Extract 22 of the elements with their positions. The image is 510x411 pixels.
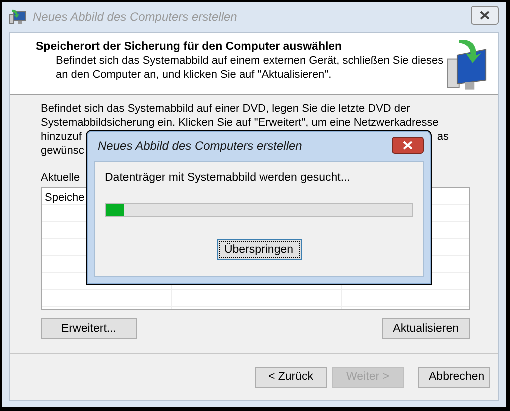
instruction-text: hinzuzuf [41, 130, 82, 144]
close-icon [480, 10, 490, 20]
computer-icon [9, 9, 27, 25]
skip-button[interactable]: Überspringen [216, 239, 302, 260]
status-message: Datenträger mit Systemabbild werden gesucht... [105, 172, 352, 186]
close-button[interactable] [392, 136, 424, 154]
window-title: Neues Abbild des Computers erstellen [33, 10, 238, 24]
page-heading: Speicherort der Sicherung für den Computer auswählen [36, 41, 344, 53]
advanced-button[interactable]: Erweitert... [41, 318, 137, 339]
dialog-title: Neues Abbild des Computers erstellen [98, 139, 302, 153]
instruction-text: Systemabbildsicherung ein. Klicken Sie auf "Erweitert", um eine Netzwerkadresse [41, 116, 439, 130]
instruction-text: gewünsc [41, 144, 84, 158]
refresh-button[interactable]: Aktualisieren [382, 318, 470, 339]
page-description: Befindet sich das Systemabbild auf einem externen Gerät, schließen Sie dieses an den Computer an, und klicken Sie auf "Aktualisieren". [55, 54, 445, 82]
back-button[interactable]: < Zurück [255, 366, 327, 388]
instruction-text: Befindet sich das Systemabbild auf einer DVD, legen Sie die letzte DVD der [41, 102, 410, 116]
close-icon [403, 140, 413, 150]
instruction-text: as [437, 130, 449, 144]
list-label: Aktuelle [41, 171, 80, 185]
close-button[interactable] [471, 6, 499, 24]
cancel-button[interactable]: Abbrechen [418, 366, 490, 388]
column-header[interactable]: Speiche [45, 192, 85, 204]
